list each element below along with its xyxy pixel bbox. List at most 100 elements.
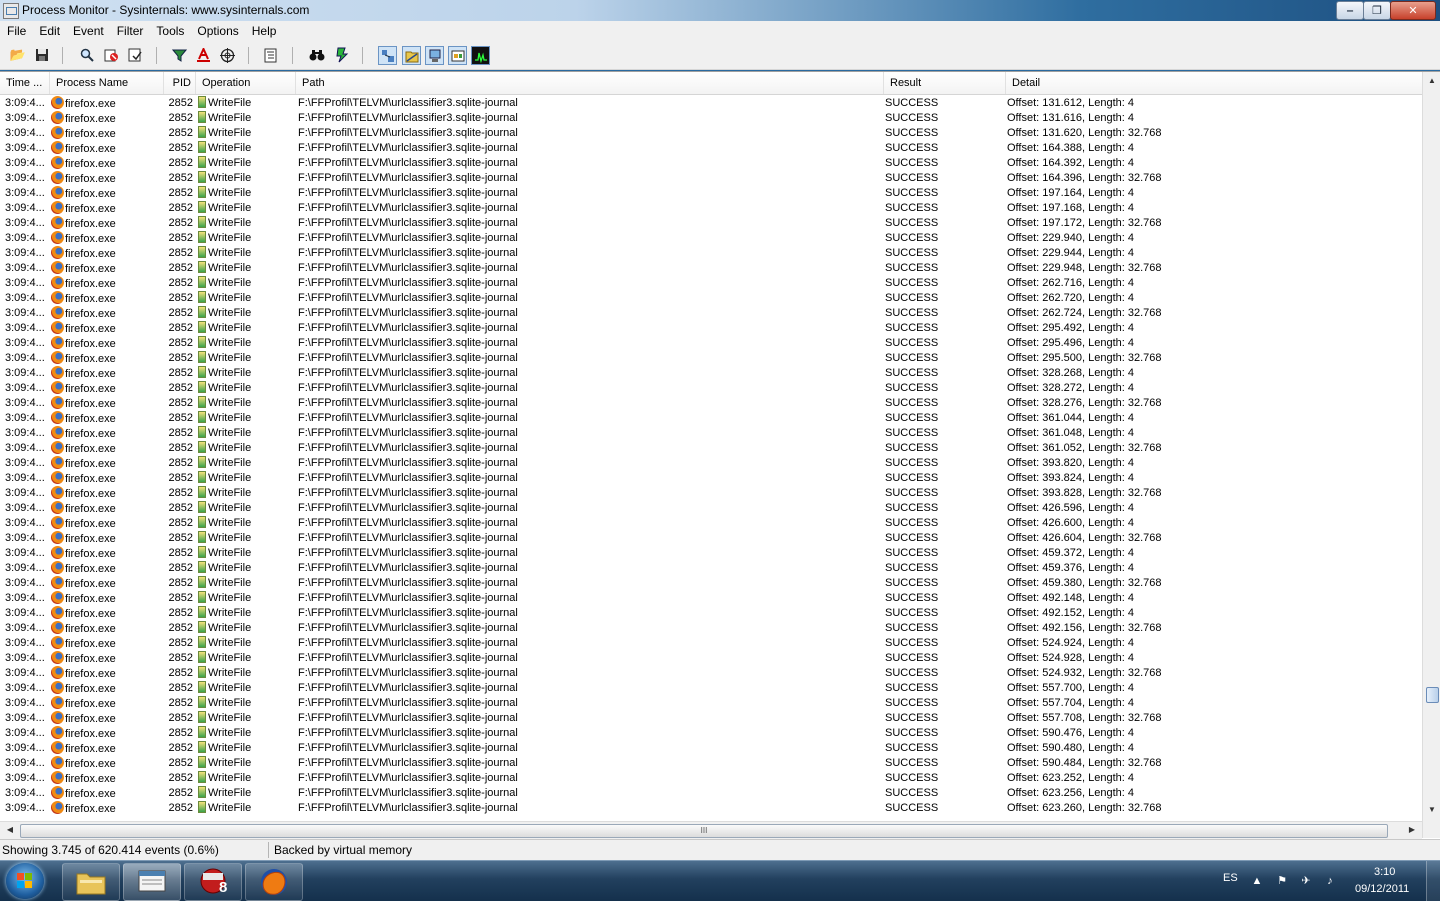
table-row[interactable]: 3:09:4... firefox.exe 2852 WriteFile F:\FFPr… (0, 546, 1422, 561)
table-row[interactable]: 3:09:4... firefox.exe 2852 WriteFile F:\FFPr… (0, 516, 1422, 531)
table-row[interactable]: 3:09:4... firefox.exe 2852 WriteFile F:\FFPr… (0, 696, 1422, 711)
table-row[interactable]: 3:09:4... firefox.exe 2852 WriteFile F:\FFPr… (0, 441, 1422, 456)
jump-icon[interactable] (333, 46, 351, 64)
menu-tools[interactable]: Tools (149, 21, 190, 42)
table-row[interactable]: 3:09:4... firefox.exe 2852 WriteFile F:\FFPr… (0, 156, 1422, 171)
table-row[interactable]: 3:09:4... firefox.exe 2852 WriteFile F:\FFPr… (0, 636, 1422, 651)
table-row[interactable]: 3:09:4... firefox.exe 2852 WriteFile F:\FFPr… (0, 111, 1422, 126)
table-row[interactable]: 3:09:4... firefox.exe 2852 WriteFile F:\FFPr… (0, 366, 1422, 381)
table-row[interactable]: 3:09:4... firefox.exe 2852 WriteFile F:\FFPr… (0, 771, 1422, 786)
process-monitor-app-icon[interactable] (3, 3, 19, 19)
table-row[interactable]: 3:09:4... firefox.exe 2852 WriteFile F:\FFPr… (0, 711, 1422, 726)
menu-help[interactable]: Help (245, 21, 283, 42)
table-row[interactable]: 3:09:4... firefox.exe 2852 WriteFile F:\FFPr… (0, 651, 1422, 666)
process-activity-icon[interactable] (448, 46, 467, 65)
table-row[interactable]: 3:09:4... firefox.exe 2852 WriteFile F:\FFPr… (0, 756, 1422, 771)
scroll-up-icon[interactable]: ▲ (1424, 73, 1440, 89)
file-activity-icon[interactable] (402, 46, 421, 65)
taskbar-firefox-button[interactable] (245, 863, 303, 901)
profiling-icon[interactable] (471, 46, 490, 65)
minimize-button[interactable]: ‒ (1336, 1, 1364, 20)
registry-activity-icon[interactable] (378, 46, 397, 65)
menu-edit[interactable]: Edit (32, 21, 66, 42)
table-row[interactable]: 3:09:4... firefox.exe 2852 WriteFile F:\FFPr… (0, 591, 1422, 606)
horizontal-scroll-thumb[interactable]: III (20, 824, 1388, 838)
table-row[interactable]: 3:09:4... firefox.exe 2852 WriteFile F:\FFPr… (0, 261, 1422, 276)
table-row[interactable]: 3:09:4... firefox.exe 2852 WriteFile F:\FFPr… (0, 486, 1422, 501)
table-row[interactable]: 3:09:4... firefox.exe 2852 WriteFile F:\FFPr… (0, 231, 1422, 246)
clock-date[interactable]: 09/12/2011 (1355, 883, 1409, 895)
taskbar-process-monitor-button[interactable] (123, 863, 181, 901)
table-row[interactable]: 3:09:4... firefox.exe 2852 WriteFile F:\FFPr… (0, 801, 1422, 816)
table-row[interactable]: 3:09:4... firefox.exe 2852 WriteFile F:\FFPr… (0, 411, 1422, 426)
table-row[interactable]: 3:09:4... firefox.exe 2852 WriteFile F:\FFPr… (0, 681, 1422, 696)
table-row[interactable]: 3:09:4... firefox.exe 2852 WriteFile F:\FFPr… (0, 306, 1422, 321)
target-icon[interactable] (218, 46, 236, 64)
save-icon[interactable] (33, 46, 51, 64)
table-row[interactable]: 3:09:4... firefox.exe 2852 WriteFile F:\FFPr… (0, 471, 1422, 486)
network-activity-icon[interactable] (425, 46, 444, 65)
menu-options[interactable]: Options (190, 21, 244, 42)
column-process-name[interactable]: Process Name (50, 72, 164, 94)
table-row[interactable]: 3:09:4... firefox.exe 2852 WriteFile F:\FFPr… (0, 456, 1422, 471)
horizontal-scrollbar[interactable]: ◀ III ▶ (0, 821, 1422, 839)
table-row[interactable]: 3:09:4... firefox.exe 2852 WriteFile F:\FFPr… (0, 666, 1422, 681)
table-row[interactable]: 3:09:4... firefox.exe 2852 WriteFile F:\FFPr… (0, 96, 1422, 111)
table-row[interactable]: 3:09:4... firefox.exe 2852 WriteFile F:\FFPr… (0, 336, 1422, 351)
capture-icon[interactable] (102, 46, 120, 64)
open-icon[interactable]: 📂 (9, 46, 27, 64)
table-row[interactable]: 3:09:4... firefox.exe 2852 WriteFile F:\FFPr… (0, 786, 1422, 801)
table-row[interactable]: 3:09:4... firefox.exe 2852 WriteFile F:\FFPr… (0, 171, 1422, 186)
vertical-scrollbar[interactable]: ▲ ▼ (1422, 72, 1440, 838)
table-row[interactable]: 3:09:4... firefox.exe 2852 WriteFile F:\FFPr… (0, 426, 1422, 441)
table-row[interactable]: 3:09:4... firefox.exe 2852 WriteFile F:\FFPr… (0, 321, 1422, 336)
column-time[interactable]: Time ... (0, 72, 50, 94)
table-row[interactable]: 3:09:4... firefox.exe 2852 WriteFile F:\FFPr… (0, 726, 1422, 741)
process-tree-icon[interactable] (262, 46, 280, 64)
table-row[interactable]: 3:09:4... firefox.exe 2852 WriteFile F:\FFPr… (0, 531, 1422, 546)
column-detail[interactable]: Detail (1006, 72, 1422, 94)
table-row[interactable]: 3:09:4... firefox.exe 2852 WriteFile F:\FFPr… (0, 276, 1422, 291)
start-button[interactable] (6, 863, 44, 899)
column-operation[interactable]: Operation (196, 72, 296, 94)
network-icon[interactable]: ✈ (1299, 874, 1313, 888)
scroll-down-icon[interactable]: ▼ (1424, 802, 1440, 818)
taskbar-explorer-button[interactable] (62, 863, 120, 901)
show-desktop-button[interactable] (1426, 861, 1440, 901)
close-button[interactable]: ✕ (1390, 1, 1436, 20)
highlight-icon[interactable] (194, 46, 212, 64)
table-row[interactable]: 3:09:4... firefox.exe 2852 WriteFile F:\FFPr… (0, 186, 1422, 201)
table-row[interactable]: 3:09:4... firefox.exe 2852 WriteFile F:\FFPr… (0, 291, 1422, 306)
table-row[interactable]: 3:09:4... firefox.exe 2852 WriteFile F:\FFPr… (0, 741, 1422, 756)
scroll-right-icon[interactable]: ▶ (1404, 822, 1420, 838)
table-row[interactable]: 3:09:4... firefox.exe 2852 WriteFile F:\FFPr… (0, 396, 1422, 411)
table-row[interactable]: 3:09:4... firefox.exe 2852 WriteFile F:\FFPr… (0, 381, 1422, 396)
autoscroll-icon[interactable] (126, 46, 144, 64)
table-row[interactable]: 3:09:4... firefox.exe 2852 WriteFile F:\FFPr… (0, 216, 1422, 231)
filter-icon[interactable] (170, 46, 188, 64)
column-path[interactable]: Path (296, 72, 884, 94)
language-indicator[interactable]: ES (1223, 872, 1238, 884)
table-row[interactable]: 3:09:4... firefox.exe 2852 WriteFile F:\FFPr… (0, 621, 1422, 636)
menu-event[interactable]: Event (66, 21, 110, 42)
column-pid[interactable]: PID (164, 72, 196, 94)
clock-time[interactable]: 3:10 (1374, 866, 1395, 878)
action-center-icon[interactable]: ⚑ (1275, 874, 1289, 888)
magnify-icon[interactable] (78, 46, 96, 64)
menu-filter[interactable]: Filter (110, 21, 150, 42)
table-row[interactable]: 3:09:4... firefox.exe 2852 WriteFile F:\FFPr… (0, 576, 1422, 591)
table-row[interactable]: 3:09:4... firefox.exe 2852 WriteFile F:\FFPr… (0, 606, 1422, 621)
table-row[interactable]: 3:09:4... firefox.exe 2852 WriteFile F:\FFPr… (0, 501, 1422, 516)
table-row[interactable]: 3:09:4... firefox.exe 2852 WriteFile F:\FFPr… (0, 141, 1422, 156)
event-list[interactable]: Time ... Process Name PID Operation Path… (0, 71, 1440, 839)
table-row[interactable]: 3:09:4... firefox.exe 2852 WriteFile F:\FFPr… (0, 561, 1422, 576)
show-hidden-icons-icon[interactable]: ▲ (1250, 874, 1264, 888)
find-icon[interactable] (308, 46, 326, 64)
table-row[interactable]: 3:09:4... firefox.exe 2852 WriteFile F:\FFPr… (0, 351, 1422, 366)
scroll-left-icon[interactable]: ◀ (2, 822, 18, 838)
maximize-button[interactable]: ❐ (1363, 1, 1391, 20)
vertical-scroll-thumb[interactable] (1426, 687, 1439, 703)
column-result[interactable]: Result (884, 72, 1006, 94)
volume-icon[interactable]: ♪ (1323, 874, 1337, 888)
table-row[interactable]: 3:09:4... firefox.exe 2852 WriteFile F:\FFPr… (0, 201, 1422, 216)
